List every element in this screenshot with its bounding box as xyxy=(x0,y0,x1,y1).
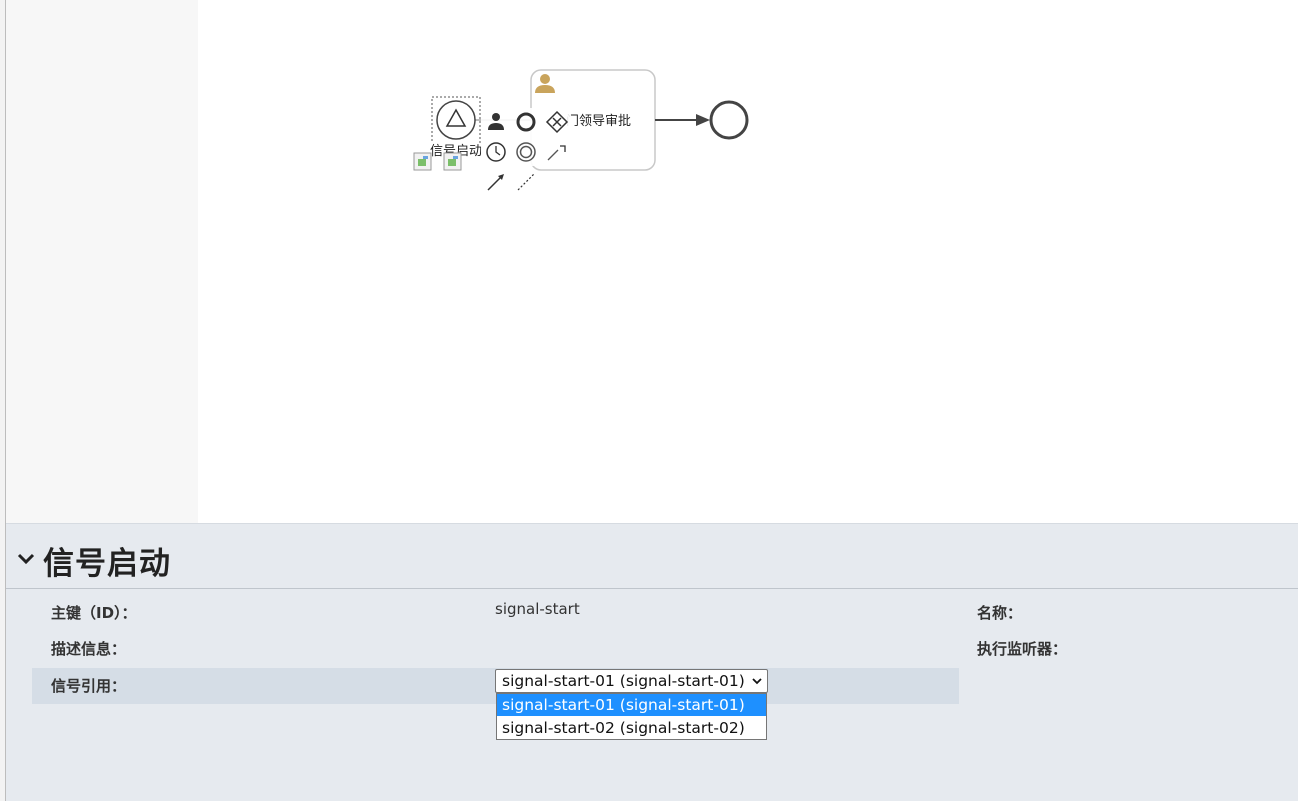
modeler-palette xyxy=(6,0,198,523)
id-label: 主键（ID）： xyxy=(51,604,137,622)
end-event[interactable] xyxy=(709,100,749,140)
association-icon[interactable] xyxy=(517,173,535,191)
id-value[interactable]: signal-start xyxy=(495,600,580,618)
connect-arrow-icon[interactable] xyxy=(487,174,504,191)
signal-ref-label: 信号引用： xyxy=(51,677,127,695)
properties-panel: 信号启动 主键（ID）： signal-start 名称： 描述信息： 执行监听… xyxy=(6,523,1298,801)
signal-ref-select[interactable]: signal-start-01 (signal-start-01) xyxy=(495,669,768,693)
dropdown-option[interactable]: signal-start-01 (signal-start-01) xyxy=(497,694,766,716)
signal-ref-dropdown[interactable]: signal-start-01 (signal-start-01) signal… xyxy=(496,693,767,740)
sequence-flow[interactable] xyxy=(655,114,710,126)
name-label: 名称： xyxy=(977,604,1023,622)
properties-header[interactable]: 信号启动 xyxy=(6,524,1298,589)
user-task-label: 门领导审批 xyxy=(566,114,631,129)
broken-image-icon xyxy=(443,152,462,171)
bpmn-canvas[interactable]: 门领导审批 信号启动 xyxy=(198,0,1298,523)
description-label: 描述信息： xyxy=(51,640,127,658)
execution-listener-label: 执行监听器： xyxy=(977,640,1068,658)
chevron-down-icon[interactable] xyxy=(16,548,36,568)
dropdown-option[interactable]: signal-start-02 (signal-start-02) xyxy=(497,717,766,739)
bpmn-diagram: 门领导审批 信号启动 xyxy=(413,69,749,191)
chevron-down-icon xyxy=(752,678,762,685)
signal-start-event[interactable] xyxy=(436,100,476,140)
properties-title: 信号启动 xyxy=(43,546,171,582)
signal-ref-selected-value: signal-start-01 (signal-start-01) xyxy=(502,672,745,690)
broken-image-icon xyxy=(413,152,432,171)
